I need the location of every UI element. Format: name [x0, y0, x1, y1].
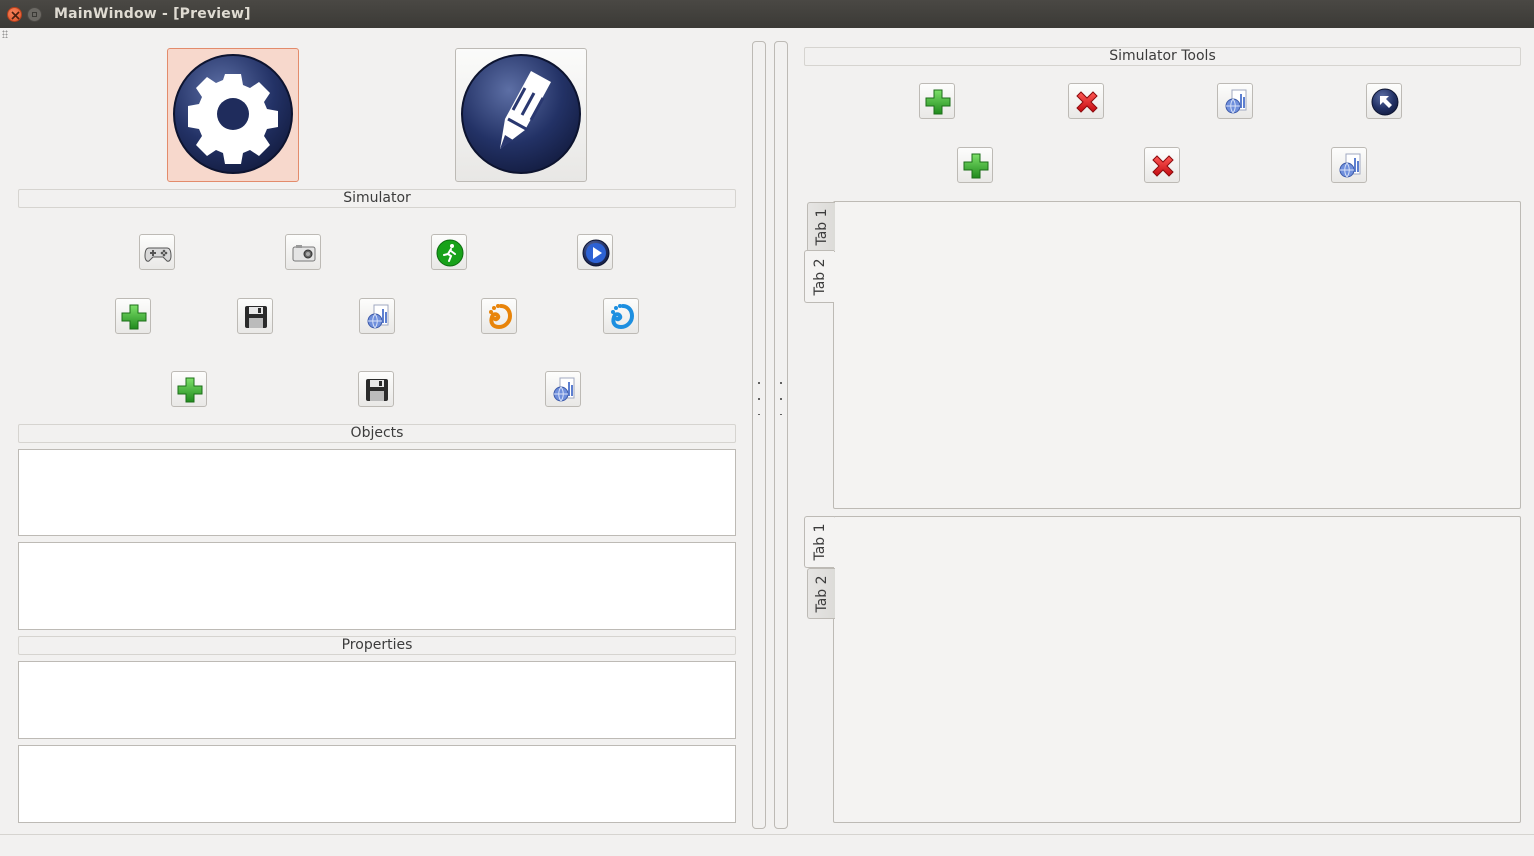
globe-document-button[interactable] — [359, 298, 395, 334]
tools-delete-button-2[interactable] — [1144, 147, 1180, 183]
gimp-blue-icon — [607, 302, 637, 332]
save-icon — [362, 375, 392, 405]
objects-list[interactable] — [18, 449, 736, 536]
tools-globe-document-button[interactable] — [1217, 83, 1253, 119]
camera-icon — [289, 238, 319, 268]
delete-icon — [1148, 151, 1178, 181]
gimp-icon — [485, 302, 515, 332]
tab-label: Tab 1 — [813, 208, 830, 246]
window-title: MainWindow - [Preview] — [54, 6, 251, 22]
grip-dots — [758, 375, 760, 415]
pencil-icon — [461, 54, 581, 174]
gamepad-icon — [143, 238, 173, 268]
play-button[interactable] — [577, 234, 613, 270]
objects-list-2[interactable] — [18, 542, 736, 630]
window-close-button[interactable] — [7, 7, 22, 22]
grip-dots — [780, 375, 782, 415]
runner-icon — [435, 238, 465, 268]
run-button[interactable] — [431, 234, 467, 270]
tab-bottom-2[interactable]: Tab 2 — [807, 568, 835, 619]
properties-list[interactable] — [18, 661, 736, 739]
edit-mode-button[interactable] — [455, 48, 587, 182]
add-icon — [175, 375, 205, 405]
play-icon — [581, 238, 611, 268]
tab-panel-bottom — [833, 516, 1521, 823]
tools-add-button[interactable] — [919, 83, 955, 119]
tab-panel-top — [833, 201, 1521, 509]
tools-globe-document-button-2[interactable] — [1331, 147, 1367, 183]
globe-document-icon — [1221, 87, 1251, 117]
toolbar-grip[interactable] — [2, 30, 8, 38]
globe-document-icon — [363, 302, 393, 332]
tools-delete-button[interactable] — [1068, 83, 1104, 119]
gimp-button[interactable] — [481, 298, 517, 334]
globe-document-icon — [1335, 151, 1365, 181]
section-header-properties: Properties — [18, 636, 736, 655]
add-icon — [119, 302, 149, 332]
save-button-2[interactable] — [358, 371, 394, 407]
tab-label: Tab 2 — [813, 574, 830, 613]
status-bar — [0, 834, 1534, 856]
add-icon — [923, 87, 953, 117]
settings-mode-button[interactable] — [167, 48, 299, 182]
close-icon — [11, 11, 20, 20]
add-icon — [961, 151, 991, 181]
tab-bottom-1[interactable]: Tab 1 — [804, 516, 834, 568]
tab-label: Tab 2 — [811, 257, 828, 296]
tools-add-button-2[interactable] — [957, 147, 993, 183]
properties-list-2[interactable] — [18, 745, 736, 823]
save-icon — [241, 302, 271, 332]
section-header-objects: Objects — [18, 424, 736, 443]
title-bar: MainWindow - [Preview] — [0, 0, 1534, 28]
splitter-handle-right[interactable] — [774, 41, 788, 829]
gamepad-button[interactable] — [139, 234, 175, 270]
tab-top-1[interactable]: Tab 1 — [807, 202, 835, 252]
section-header-simulator: Simulator — [18, 189, 736, 208]
tools-pointer-button[interactable] — [1366, 83, 1402, 119]
globe-document-icon — [549, 375, 579, 405]
splitter-handle-left[interactable] — [752, 41, 766, 829]
pointer-icon — [1370, 87, 1400, 117]
delete-icon — [1072, 87, 1102, 117]
tab-label: Tab 1 — [811, 523, 828, 561]
add-button-2[interactable] — [171, 371, 207, 407]
add-button[interactable] — [115, 298, 151, 334]
gimp-blue-button[interactable] — [603, 298, 639, 334]
camera-button[interactable] — [285, 234, 321, 270]
globe-document-button-2[interactable] — [545, 371, 581, 407]
gear-icon — [173, 54, 293, 174]
window-restore-button[interactable] — [27, 7, 42, 22]
tab-top-2[interactable]: Tab 2 — [804, 250, 834, 303]
save-button[interactable] — [237, 298, 273, 334]
restore-icon — [32, 12, 37, 17]
section-header-simulator-tools: Simulator Tools — [804, 47, 1521, 66]
